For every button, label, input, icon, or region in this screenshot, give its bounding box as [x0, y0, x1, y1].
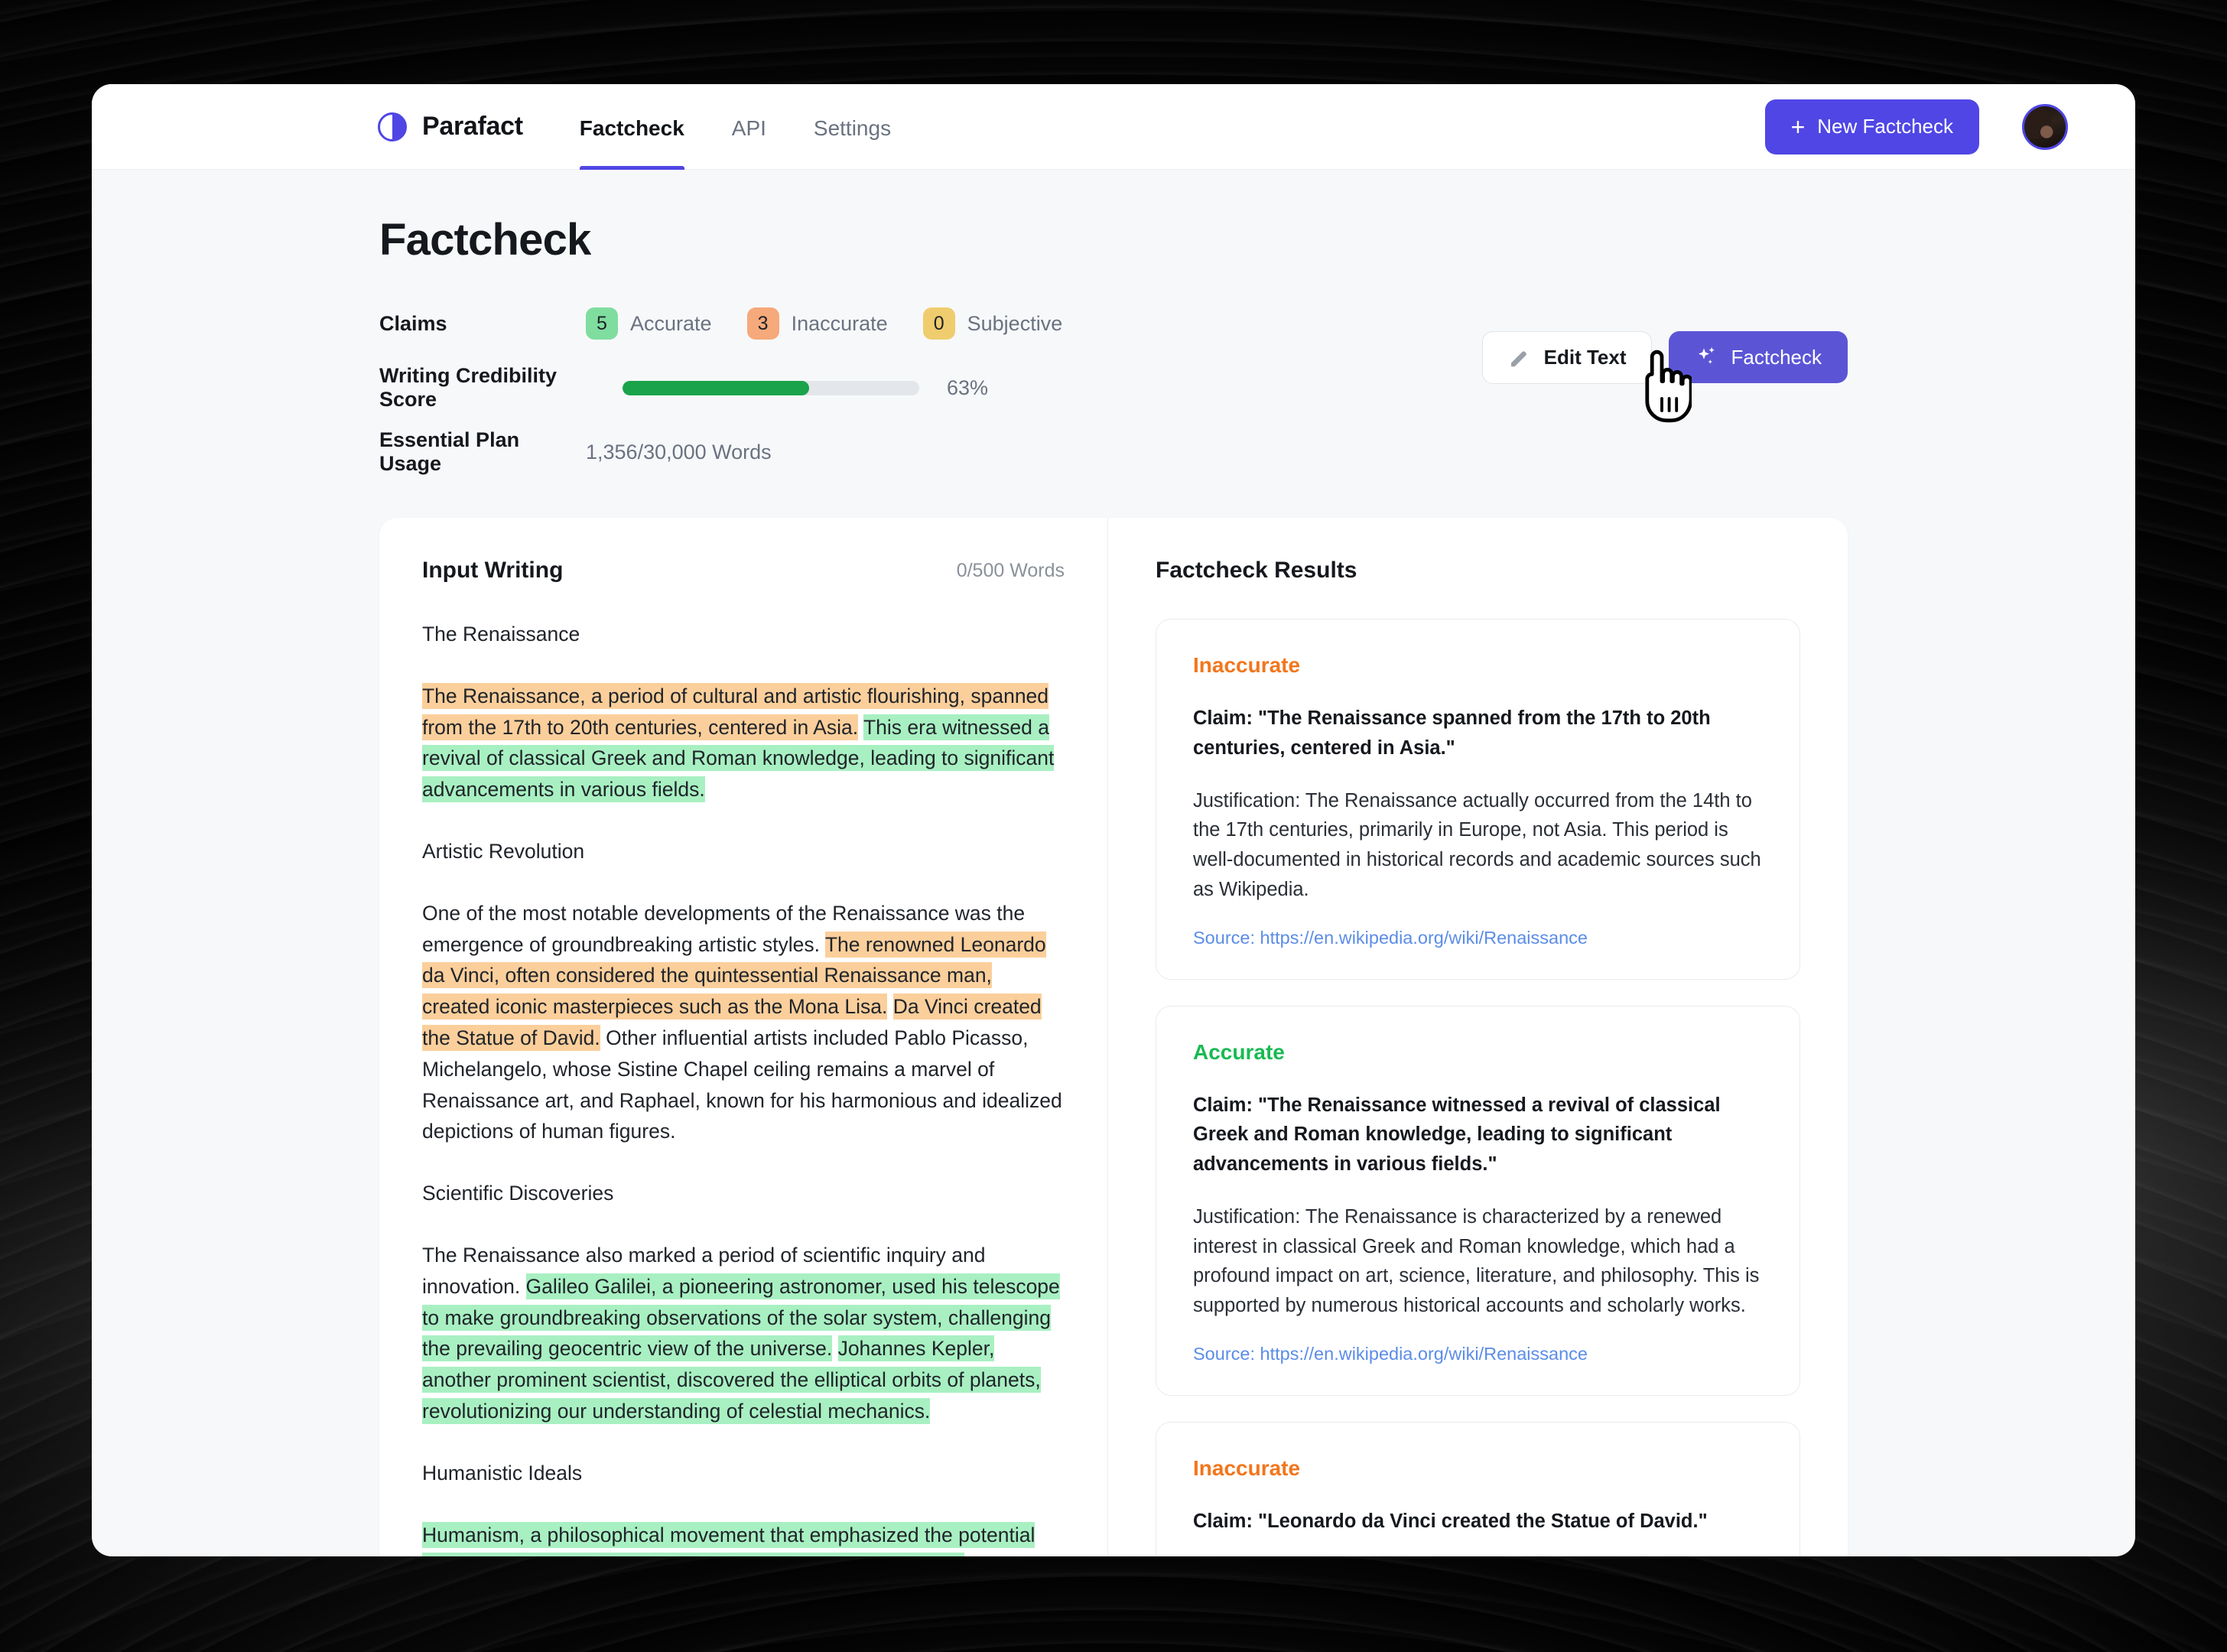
half-circle-logo-icon: [378, 112, 407, 141]
plan-usage-value: 1,356/30,000 Words: [586, 440, 772, 463]
nav-item-api[interactable]: API: [732, 84, 766, 170]
plan-usage-label: Essential Plan Usage: [379, 428, 520, 475]
new-factcheck-button[interactable]: + New Factcheck: [1764, 99, 1979, 154]
plus-icon: +: [1790, 112, 1806, 141]
document-paragraph: Humanism, a philosophical movement that …: [422, 1520, 1065, 1556]
chip-subjective: 0 Subjective: [922, 307, 1063, 340]
input-writing-panel: Input Writing 0/500 Words The Renaissanc…: [379, 518, 1107, 1556]
chip-subjective-count: 0: [922, 307, 955, 340]
justification-text: Justification: The Renaissance actually …: [1193, 789, 1761, 900]
browser-window: Parafact Factcheck API Settings + New Fa…: [92, 84, 2135, 1556]
edit-text-button[interactable]: Edit Text: [1481, 331, 1652, 384]
avatar[interactable]: [2022, 103, 2068, 150]
verdict-badge: Inaccurate: [1193, 1455, 1301, 1480]
text-segment: [858, 716, 863, 739]
new-factcheck-label: New Factcheck: [1817, 115, 1953, 138]
credibility-score-line: Writing Credibility Score 63%: [379, 364, 1482, 411]
results-panel-header: Factcheck Results: [1156, 558, 1800, 584]
verdict-badge: Accurate: [1193, 1039, 1285, 1064]
source-link[interactable]: Source: https://en.wikipedia.org/wiki/Re…: [1193, 1344, 1763, 1364]
nav-item-factcheck[interactable]: Factcheck: [579, 84, 684, 170]
page-header-region: Factcheck Claims 5 Accurate 3 Inaccurate…: [379, 214, 1848, 475]
document-heading: Scientific Discoveries: [422, 1182, 614, 1205]
plan-usage-line: Essential Plan Usage 1,356/30,000 Words: [379, 428, 1482, 475]
factcheck-results-panel: Factcheck Results Inaccurate Claim: "The …: [1107, 518, 1848, 1556]
justification-text: Justification: The Renaissance is charac…: [1193, 1205, 1760, 1316]
result-card[interactable]: Accurate Claim: "The Renaissance witnesse…: [1156, 1005, 1800, 1396]
chip-inaccurate: 3 Inaccurate: [746, 307, 888, 340]
claims-line: Claims 5 Accurate 3 Inaccurate 0 Subject…: [379, 302, 1482, 345]
chip-inaccurate-label: Inaccurate: [791, 311, 888, 335]
verdict-badge: Inaccurate: [1193, 653, 1301, 677]
credibility-score-value: 63%: [947, 376, 989, 399]
chip-inaccurate-count: 3: [746, 307, 779, 340]
sparkles-icon: [1698, 346, 1715, 364]
pencil-icon: [1510, 350, 1526, 366]
claim-text: Claim: "Leonardo da Vinci created the St…: [1193, 1510, 1708, 1532]
claims-chips: 5 Accurate 3 Inaccurate 0 Subjective: [586, 307, 1062, 340]
factcheck-button-label: Factcheck: [1731, 345, 1822, 369]
input-word-count: 0/500 Words: [956, 559, 1065, 581]
document-paragraph: One of the most notable developments of …: [422, 898, 1065, 1147]
result-card[interactable]: Inaccurate Claim: "Leonardo da Vinci crea…: [1156, 1421, 1800, 1556]
chip-accurate-label: Accurate: [630, 311, 712, 335]
text-segment: [887, 995, 892, 1018]
document-heading: Humanistic Ideals: [422, 1461, 583, 1485]
factcheck-button[interactable]: Factcheck: [1668, 331, 1848, 383]
credibility-progress-fill: [623, 380, 810, 395]
credibility-progress-bar: [623, 380, 919, 395]
nav-item-settings[interactable]: Settings: [814, 84, 891, 170]
results-list: Inaccurate Claim: "The Renaissance spanne…: [1156, 619, 1800, 1556]
claim-text: Claim: "The Renaissance spanned from the…: [1193, 707, 1711, 759]
topbar-right-group: + New Factcheck: [1764, 99, 2068, 154]
edit-text-label: Edit Text: [1543, 346, 1627, 369]
text-segment: [832, 1337, 837, 1360]
page-body: Factcheck Claims 5 Accurate 3 Inaccurate…: [92, 170, 2135, 1556]
credibility-score-label: Writing Credibility Score: [379, 364, 558, 411]
chip-subjective-label: Subjective: [967, 311, 1063, 335]
top-navigation-bar: Parafact Factcheck API Settings + New Fa…: [92, 84, 2135, 170]
highlight-accurate[interactable]: Humanism, a philosophical movement that …: [422, 1521, 1035, 1556]
main-nav: Factcheck API Settings: [579, 84, 891, 170]
input-panel-title: Input Writing: [422, 558, 564, 583]
results-panel-title: Factcheck Results: [1156, 558, 1357, 583]
input-writing-text[interactable]: The Renaissance The Renaissance, a period…: [422, 619, 1065, 1556]
document-paragraph: The Renaissance also marked a period of …: [422, 1240, 1065, 1427]
document-heading: The Renaissance: [422, 623, 580, 646]
stats-block: Claims 5 Accurate 3 Inaccurate 0 Subject…: [379, 302, 1482, 475]
chip-accurate-count: 5: [586, 307, 618, 340]
document-paragraph: The Renaissance, a period of cultural an…: [422, 681, 1065, 805]
action-buttons: Edit Text Factcheck: [1481, 302, 1848, 423]
brand: Parafact: [378, 112, 523, 141]
stats-and-actions-row: Claims 5 Accurate 3 Inaccurate 0 Subject…: [379, 302, 1848, 475]
brand-name: Parafact: [422, 112, 523, 141]
result-card[interactable]: Inaccurate Claim: "The Renaissance spanne…: [1156, 619, 1800, 980]
chip-accurate: 5 Accurate: [586, 307, 712, 340]
claims-label: Claims: [379, 311, 447, 335]
source-link[interactable]: Source: https://en.wikipedia.org/wiki/Re…: [1193, 928, 1763, 948]
input-panel-header: Input Writing 0/500 Words: [422, 558, 1065, 584]
claim-text: Claim: "The Renaissance witnessed a revi…: [1193, 1094, 1721, 1176]
document-heading: Artistic Revolution: [422, 839, 585, 863]
page-title: Factcheck: [379, 215, 591, 265]
content-card: Input Writing 0/500 Words The Renaissanc…: [379, 518, 1848, 1556]
